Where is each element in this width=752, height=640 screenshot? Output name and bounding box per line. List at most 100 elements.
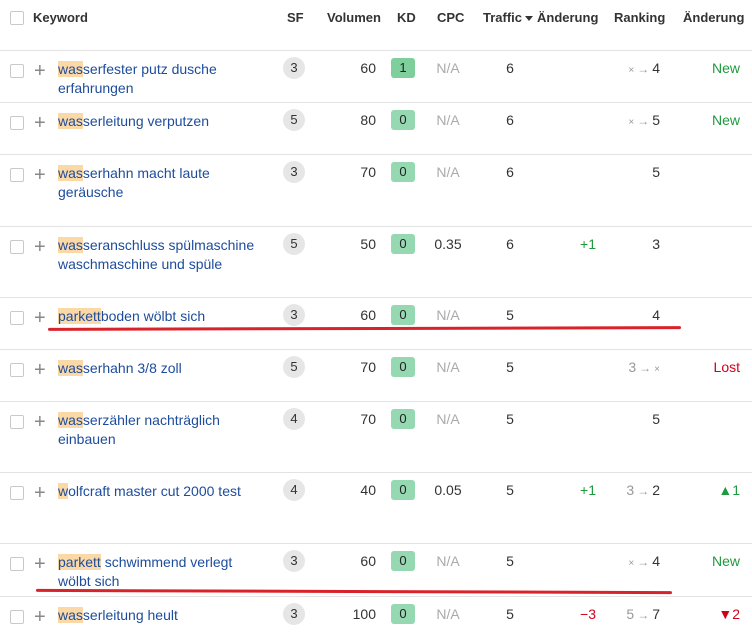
serp-features-badge[interactable]: 5	[283, 233, 305, 255]
ranking-value: 5	[600, 411, 660, 427]
serp-features-badge[interactable]: 3	[283, 161, 305, 183]
keyword-text: schwimmend verlegt	[100, 554, 233, 570]
keyword-text: serhahn 3/8 zoll	[82, 360, 182, 376]
ranking-value: 3 → 2	[600, 482, 660, 498]
serp-features-badge[interactable]: 3	[283, 603, 305, 625]
table-row: + wasseranschluss spülmaschine waschmaschi…	[0, 226, 752, 297]
kd-badge: 0	[391, 409, 415, 429]
add-keyword-icon[interactable]: +	[34, 61, 46, 81]
add-keyword-icon[interactable]: +	[34, 113, 46, 133]
add-keyword-icon[interactable]: +	[34, 412, 46, 432]
row-checkbox[interactable]	[10, 363, 24, 377]
ranking-previous: ×	[628, 558, 635, 569]
col-kd[interactable]: KD	[397, 10, 416, 25]
kd-badge: 1	[391, 58, 415, 78]
serp-features-badge[interactable]: 3	[283, 304, 305, 326]
ranking-value: 5	[600, 164, 660, 180]
ranking-value: × → 4	[600, 60, 660, 76]
row-checkbox[interactable]	[10, 168, 24, 182]
cpc-value: N/A	[436, 606, 460, 622]
keyword-link[interactable]: wasserzähler nachträglich einbauen	[58, 411, 220, 449]
serp-features-badge[interactable]: 4	[283, 408, 305, 430]
keyword-link[interactable]: parkett schwimmend verlegt wölbt sich	[58, 553, 232, 591]
traffic-value: 5	[506, 307, 514, 323]
cpc-value: N/A	[436, 60, 460, 76]
keyword-link[interactable]: parkettboden wölbt sich	[58, 307, 205, 326]
add-keyword-icon[interactable]: +	[34, 483, 46, 503]
keyword-text-line2: einbauen	[58, 431, 116, 447]
ranking-change-value: New	[711, 60, 740, 76]
serp-features-badge[interactable]: 5	[283, 356, 305, 378]
cpc-value: N/A	[436, 359, 460, 375]
add-keyword-icon[interactable]: +	[34, 237, 46, 257]
ranking-current: 4	[652, 553, 660, 569]
col-ranking-change[interactable]: Änderung	[683, 10, 744, 25]
row-checkbox[interactable]	[10, 64, 24, 78]
keyword-link[interactable]: wolfcraft master cut 2000 test	[58, 482, 241, 501]
keyword-text: seranschluss spülmaschine	[82, 237, 255, 253]
col-cpc[interactable]: CPC	[437, 10, 464, 25]
add-keyword-icon[interactable]: +	[34, 607, 46, 627]
arrow-right-icon: →	[637, 484, 650, 498]
keyword-link[interactable]: wasserleitung verputzen	[58, 112, 209, 131]
keyword-text: serhahn macht laute	[82, 165, 210, 181]
keyword-highlight: was	[58, 61, 83, 77]
row-checkbox[interactable]	[10, 116, 24, 130]
table-row: + wasserhahn macht laute geräusche 3 70 0 N/A 6…	[0, 154, 752, 226]
keyword-link[interactable]: wasserfester putz dusche erfahrungen	[58, 60, 217, 98]
serp-features-badge[interactable]: 3	[283, 550, 305, 572]
table-row: + wasserzähler nachträglich einbauen 4 70 0 N/…	[0, 401, 752, 472]
traffic-change-value: +1	[580, 236, 596, 252]
serp-features-badge[interactable]: 4	[283, 479, 305, 501]
volume-value: 60	[360, 553, 376, 569]
col-keyword[interactable]: Keyword	[33, 10, 88, 25]
kd-badge: 0	[391, 551, 415, 571]
cpc-value: N/A	[436, 164, 460, 180]
volume-value: 50	[360, 236, 376, 252]
volume-value: 80	[360, 112, 376, 128]
keyword-link[interactable]: wasserhahn macht laute geräusche	[58, 164, 210, 202]
keyword-text: serzähler nachträglich	[82, 412, 220, 428]
add-keyword-icon[interactable]: +	[34, 360, 46, 380]
row-checkbox[interactable]	[10, 486, 24, 500]
col-volume[interactable]: Volumen	[327, 10, 381, 25]
ranking-current: 4	[652, 307, 660, 323]
keyword-text-line2: waschmaschine und spüle	[58, 256, 223, 272]
ranking-previous: 3	[626, 482, 635, 498]
row-checkbox[interactable]	[10, 610, 24, 624]
row-checkbox[interactable]	[10, 311, 24, 325]
row-checkbox[interactable]	[10, 240, 24, 254]
sort-desc-icon	[525, 16, 534, 22]
serp-features-badge[interactable]: 3	[283, 57, 305, 79]
ranking-value: 3	[600, 236, 660, 252]
traffic-value: 6	[506, 60, 514, 76]
keyword-link[interactable]: wasserleitung heult	[58, 606, 178, 625]
col-sf[interactable]: SF	[287, 10, 304, 25]
keyword-text: serleitung verputzen	[82, 113, 209, 129]
ranking-current: 5	[652, 411, 660, 427]
volume-value: 70	[360, 164, 376, 180]
add-keyword-icon[interactable]: +	[34, 554, 46, 574]
keyword-link[interactable]: wasserhahn 3/8 zoll	[58, 359, 182, 378]
arrow-right-icon: →	[637, 114, 650, 128]
kd-badge: 0	[391, 162, 415, 182]
row-checkbox[interactable]	[10, 557, 24, 571]
traffic-value: 6	[506, 236, 514, 252]
col-traffic-label: Traffic	[483, 10, 523, 25]
ranking-value: 3 → ×	[600, 359, 660, 375]
serp-features-badge[interactable]: 5	[283, 109, 305, 131]
keyword-highlight: was	[58, 412, 83, 428]
volume-value: 70	[360, 411, 376, 427]
col-traffic[interactable]: Traffic	[483, 10, 534, 25]
add-keyword-icon[interactable]: +	[34, 308, 46, 328]
keyword-link[interactable]: wasseranschluss spülmaschine waschmaschin…	[58, 236, 254, 274]
ranking-change-value: Lost	[713, 359, 740, 375]
ranking-change-value: ▲1	[718, 482, 740, 498]
select-all-checkbox[interactable]	[10, 11, 24, 25]
row-checkbox[interactable]	[10, 415, 24, 429]
volume-value: 40	[360, 482, 376, 498]
col-ranking[interactable]: Ranking	[614, 10, 665, 25]
add-keyword-icon[interactable]: +	[34, 165, 46, 185]
cpc-value: N/A	[436, 553, 460, 569]
col-traffic-change[interactable]: Änderung	[537, 10, 598, 25]
